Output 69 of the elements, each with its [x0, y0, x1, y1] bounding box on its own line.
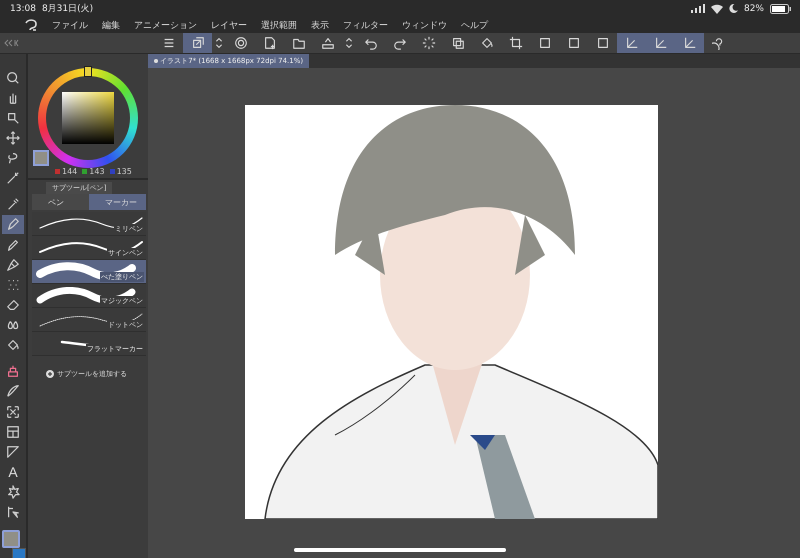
menu-item[interactable]: フィルター: [343, 18, 388, 32]
pen-tool[interactable]: [2, 214, 24, 234]
cake-icon: [6, 364, 20, 378]
dots-icon: [6, 278, 20, 292]
ruler-icon: [624, 36, 638, 50]
brush-icon: [6, 258, 20, 272]
date: 8月31日(火): [42, 2, 94, 15]
ruler-icon: [682, 36, 696, 50]
zoom-icon: [6, 70, 20, 85]
layer-icon: [190, 36, 204, 50]
square-icon: [596, 36, 610, 50]
collapse-icon[interactable]: [4, 39, 20, 47]
moon-icon: [728, 4, 738, 13]
channel-value: 143: [89, 167, 105, 176]
pencil-icon: [6, 238, 20, 252]
modified-dot-icon: [154, 59, 158, 63]
group-tab[interactable]: マーカー: [89, 194, 146, 210]
square-icon: [538, 36, 552, 50]
menu-item[interactable]: ヘルプ: [461, 18, 488, 32]
background-color-swatch[interactable]: [12, 548, 26, 558]
toolbar-button[interactable]: [617, 33, 646, 53]
menu-item[interactable]: ファイル: [52, 18, 88, 32]
channel-value: 135: [116, 167, 132, 176]
menu-item[interactable]: 表示: [311, 18, 329, 32]
main-color-swatch[interactable]: [2, 530, 20, 548]
bucket-icon: [480, 36, 494, 50]
color-square[interactable]: [62, 92, 114, 144]
record-icon: [234, 36, 248, 50]
pointer-icon: [6, 505, 20, 520]
signal-icon: [690, 4, 705, 13]
current-color-swatch[interactable]: [33, 150, 49, 166]
copy-icon: [450, 36, 464, 50]
newdoc-icon: [262, 36, 276, 50]
menu-item[interactable]: 選択範囲: [261, 18, 297, 32]
triangle-icon: [6, 444, 20, 459]
menu-icon: [162, 36, 176, 50]
toolbar-button[interactable]: [183, 33, 212, 53]
battery-icon: [770, 4, 792, 14]
group-tab[interactable]: ペン: [32, 194, 89, 210]
wifi-icon: [710, 4, 723, 14]
move-icon: [6, 130, 20, 145]
pen-icon: [6, 217, 20, 232]
crop-icon: [508, 36, 522, 50]
menu-item[interactable]: ウィンドウ: [402, 18, 447, 32]
swirl-logo-icon[interactable]: [24, 19, 38, 31]
lasso-icon: [6, 151, 20, 166]
text-tool[interactable]: A: [2, 462, 24, 482]
hue-handle[interactable]: [84, 66, 92, 77]
channel-value: 144: [62, 167, 78, 176]
wand-icon: [6, 171, 20, 186]
clock: 13:08: [10, 4, 36, 14]
plus-circle-icon: [46, 370, 54, 378]
feather-icon: [6, 384, 20, 398]
menu-item[interactable]: アニメーション: [134, 18, 197, 32]
square-icon: [566, 36, 580, 50]
menu-item[interactable]: 編集: [102, 18, 120, 32]
spinner-icon: [422, 36, 436, 50]
battery-percent: 82%: [744, 4, 764, 14]
folder-icon: [292, 36, 306, 50]
ruler-icon: [654, 36, 668, 50]
export-icon: [320, 36, 334, 50]
burst-icon: [6, 485, 20, 500]
eyedropper-icon: [6, 197, 20, 212]
eraser-icon: [6, 298, 20, 312]
bucket-icon: [6, 338, 20, 352]
toolbar-button[interactable]: [675, 33, 704, 53]
menu-item[interactable]: レイヤー: [211, 18, 247, 32]
frame-icon: [6, 404, 20, 419]
panel-icon: [6, 424, 20, 439]
